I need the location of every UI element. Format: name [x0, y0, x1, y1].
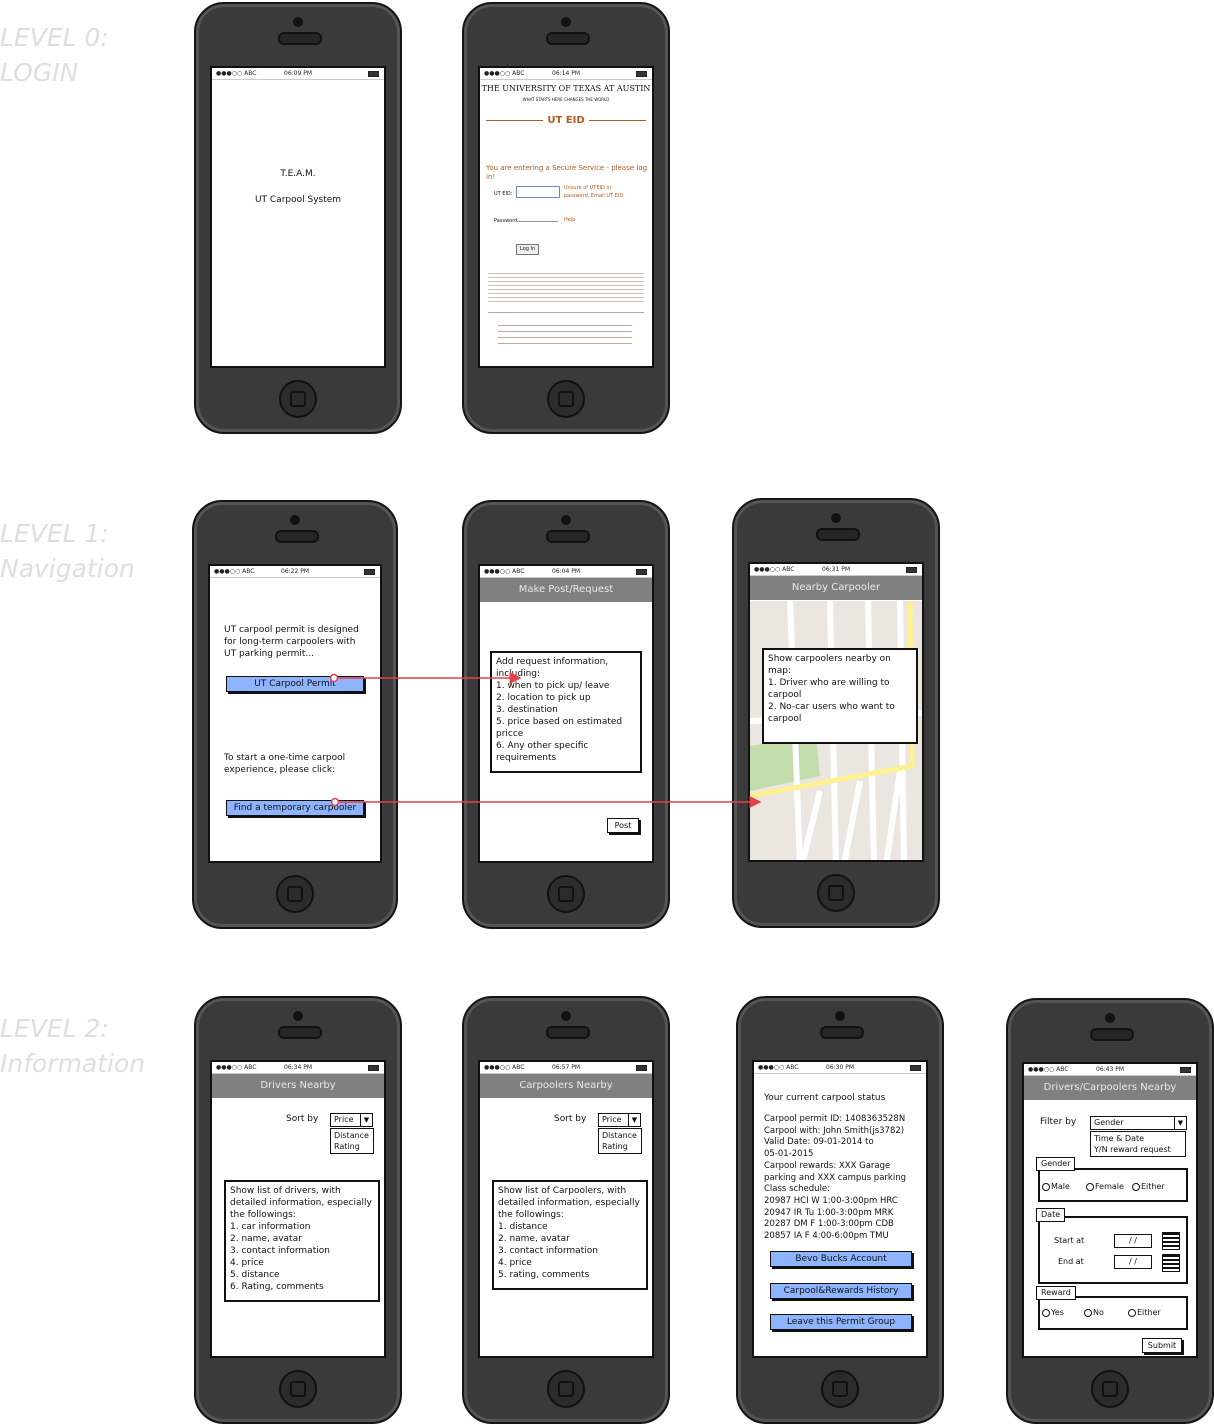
phone-filter: ●●●○○ ABC 06:43 PM Drivers/Carpoolers Nea…: [1006, 998, 1214, 1424]
gender-male-radio[interactable]: Male: [1042, 1182, 1070, 1192]
bevo-bucks-account-button[interactable]: Bevo Bucks Account: [770, 1251, 912, 1267]
sort-dropdown[interactable]: Price ▼: [598, 1113, 641, 1127]
screen: ●●●○○ ABC 06:57 PM Carpoolers Nearby Sort…: [478, 1060, 654, 1358]
home-button[interactable]: [821, 1370, 859, 1408]
filter-label: Filter by: [1040, 1117, 1077, 1127]
status-heading: Your current carpool status: [764, 1093, 886, 1103]
home-button[interactable]: [1091, 1370, 1129, 1408]
sort-dropdown[interactable]: Price ▼: [330, 1113, 373, 1127]
gender-label: Gender: [1036, 1157, 1076, 1171]
title-bar: Drivers/Carpoolers Nearby: [1024, 1076, 1196, 1100]
sort-options[interactable]: Distance Rating: [598, 1128, 642, 1154]
reward-label: Reward: [1036, 1286, 1076, 1300]
arrow-permit-to-post: [329, 672, 522, 684]
screen: ●●●○○ ABC 06:43 PM Drivers/Carpoolers Nea…: [1022, 1062, 1198, 1358]
submit-button[interactable]: Submit: [1142, 1338, 1182, 1353]
sort-label: Sort by: [554, 1114, 587, 1124]
home-button[interactable]: [547, 1370, 585, 1408]
leave-permit-group-button[interactable]: Leave this Permit Group: [770, 1314, 912, 1330]
screen: ●●●○○ ABC 06:34 PM Drivers Nearby Sort by…: [210, 1060, 386, 1358]
phone-carpool-status: ●●●○○ ABC 06:30 PM Your current carpool s…: [736, 996, 944, 1424]
drivers-info-box: Show list of drivers, with detailed info…: [224, 1180, 380, 1302]
reward-either-radio[interactable]: Either: [1128, 1308, 1161, 1318]
phone-carpoolers-nearby: ●●●○○ ABC 06:57 PM Carpoolers Nearby Sort…: [462, 996, 670, 1424]
date-group: [1038, 1216, 1188, 1284]
carpoolers-info-box: Show list of Carpoolers, with detailed i…: [492, 1180, 648, 1290]
chevron-down-icon: ▼: [360, 1114, 372, 1126]
status-details: Carpool permit ID: 1408363528N Carpool wi…: [764, 1114, 906, 1242]
gender-female-radio[interactable]: Female: [1086, 1182, 1124, 1192]
carpool-rewards-history-button[interactable]: Carpool&Rewards History: [770, 1283, 912, 1299]
filter-dropdown[interactable]: Gender ▼: [1090, 1116, 1187, 1130]
chevron-down-icon: ▼: [628, 1114, 640, 1126]
end-label: End at: [1058, 1257, 1084, 1266]
title-bar: Carpoolers Nearby: [480, 1074, 652, 1098]
arrow-temporary-to-map: [330, 796, 762, 808]
calendar-icon[interactable]: [1162, 1232, 1180, 1250]
title-bar: Drivers Nearby: [212, 1074, 384, 1098]
sort-options[interactable]: Distance Rating: [330, 1128, 374, 1154]
home-button[interactable]: [279, 1370, 317, 1408]
start-date-input[interactable]: / /: [1114, 1234, 1152, 1248]
gender-either-radio[interactable]: Either: [1132, 1182, 1165, 1192]
filter-options[interactable]: Time & Date Y/N reward request: [1090, 1131, 1186, 1157]
calendar-icon[interactable]: [1162, 1254, 1180, 1272]
end-date-input[interactable]: / /: [1114, 1255, 1152, 1269]
reward-no-radio[interactable]: No: [1084, 1308, 1104, 1318]
date-label: Date: [1036, 1208, 1066, 1222]
chevron-down-icon: ▼: [1174, 1117, 1186, 1129]
reward-yes-radio[interactable]: Yes: [1042, 1308, 1064, 1318]
start-label: Start at: [1054, 1236, 1085, 1245]
screen: ●●●○○ ABC 06:30 PM Your current carpool s…: [752, 1060, 928, 1358]
sort-label: Sort by: [286, 1114, 319, 1124]
phone-drivers-nearby: ●●●○○ ABC 06:34 PM Drivers Nearby Sort by…: [194, 996, 402, 1424]
